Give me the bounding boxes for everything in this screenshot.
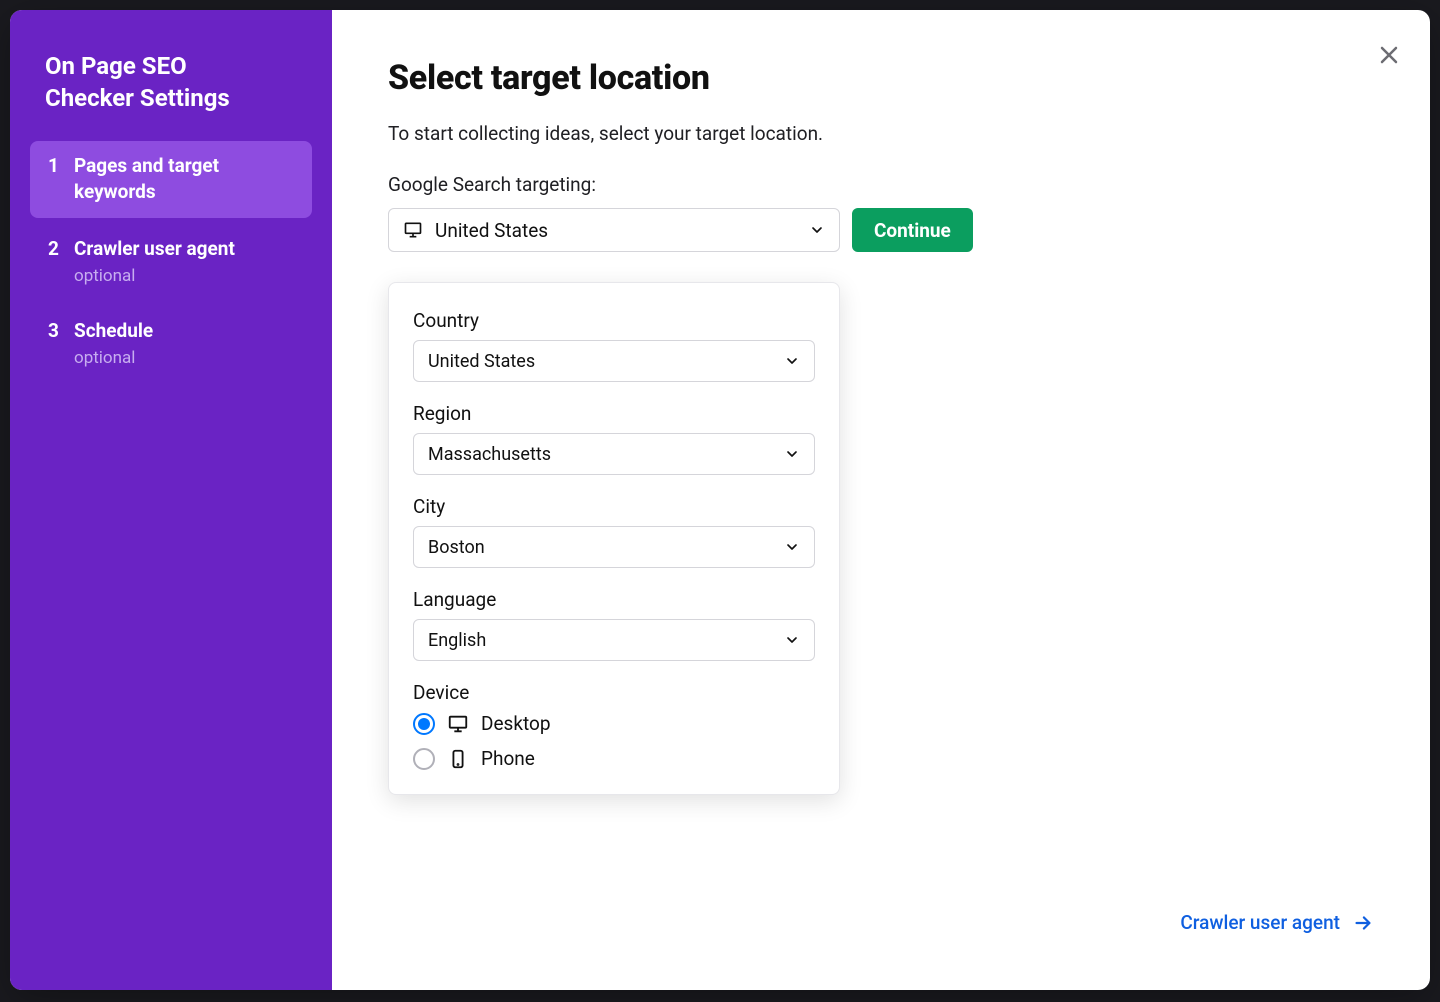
- next-step-link[interactable]: Crawler user agent: [1180, 911, 1374, 934]
- language-label: Language: [413, 588, 815, 611]
- step-number: 1: [48, 153, 60, 206]
- device-desktop-label: Desktop: [481, 712, 551, 735]
- step-label-text: Schedule: [74, 319, 153, 342]
- chevron-down-icon: [784, 539, 800, 555]
- page-description: To start collecting ideas, select your t…: [388, 122, 1374, 145]
- step-optional: optional: [74, 265, 235, 289]
- chevron-down-icon: [784, 353, 800, 369]
- sidebar-title-line2: Checker Settings: [45, 84, 230, 112]
- desktop-icon: [403, 220, 423, 240]
- chevron-down-icon: [784, 446, 800, 462]
- device-option-desktop[interactable]: Desktop: [413, 712, 815, 735]
- location-value: United States: [435, 219, 548, 242]
- step-label-text: Crawler user agent: [74, 237, 235, 260]
- targeting-label: Google Search targeting:: [388, 173, 1374, 196]
- wizard-sidebar: On Page SEO Checker Settings 1 Pages and…: [10, 10, 332, 990]
- city-label: City: [413, 495, 815, 518]
- step-number: 2: [48, 236, 60, 288]
- language-value: English: [428, 630, 486, 651]
- sidebar-step-pages-keywords[interactable]: 1 Pages and target keywords: [30, 141, 312, 218]
- close-icon: [1377, 43, 1401, 67]
- page-title: Select target location: [388, 58, 1374, 98]
- step-optional: optional: [74, 347, 153, 371]
- main-content: Select target location To start collecti…: [332, 10, 1430, 990]
- step-label: Pages and target keywords: [74, 153, 294, 206]
- arrow-right-icon: [1352, 912, 1374, 934]
- location-select[interactable]: United States: [388, 208, 840, 252]
- country-label: Country: [413, 309, 815, 332]
- step-number: 3: [48, 318, 60, 370]
- sidebar-step-schedule[interactable]: 3 Schedule optional: [30, 306, 312, 382]
- desktop-icon: [447, 713, 469, 735]
- device-label: Device: [413, 681, 815, 704]
- targeting-row: United States Continue: [388, 208, 1374, 252]
- radio-unselected-icon: [413, 748, 435, 770]
- sidebar-title-line1: On Page SEO: [45, 52, 187, 80]
- step-label: Schedule optional: [74, 318, 153, 370]
- language-select[interactable]: English: [413, 619, 815, 661]
- next-step-label: Crawler user agent: [1180, 911, 1340, 934]
- device-phone-label: Phone: [481, 747, 535, 770]
- sidebar-title: On Page SEO Checker Settings: [45, 50, 302, 115]
- settings-modal: On Page SEO Checker Settings 1 Pages and…: [10, 10, 1430, 990]
- region-select[interactable]: Massachusetts: [413, 433, 815, 475]
- radio-selected-icon: [413, 713, 435, 735]
- chevron-down-icon: [784, 632, 800, 648]
- phone-icon: [447, 748, 469, 770]
- city-select[interactable]: Boston: [413, 526, 815, 568]
- country-value: United States: [428, 351, 535, 372]
- close-button[interactable]: [1370, 36, 1408, 74]
- location-popover: Country United States Region Massachuset…: [388, 282, 840, 795]
- country-select[interactable]: United States: [413, 340, 815, 382]
- region-label: Region: [413, 402, 815, 425]
- step-label: Crawler user agent optional: [74, 236, 235, 288]
- device-option-phone[interactable]: Phone: [413, 747, 815, 770]
- continue-button[interactable]: Continue: [852, 208, 973, 252]
- region-value: Massachusetts: [428, 444, 551, 465]
- chevron-down-icon: [809, 222, 825, 238]
- sidebar-step-crawler-user-agent[interactable]: 2 Crawler user agent optional: [30, 224, 312, 300]
- city-value: Boston: [428, 537, 485, 558]
